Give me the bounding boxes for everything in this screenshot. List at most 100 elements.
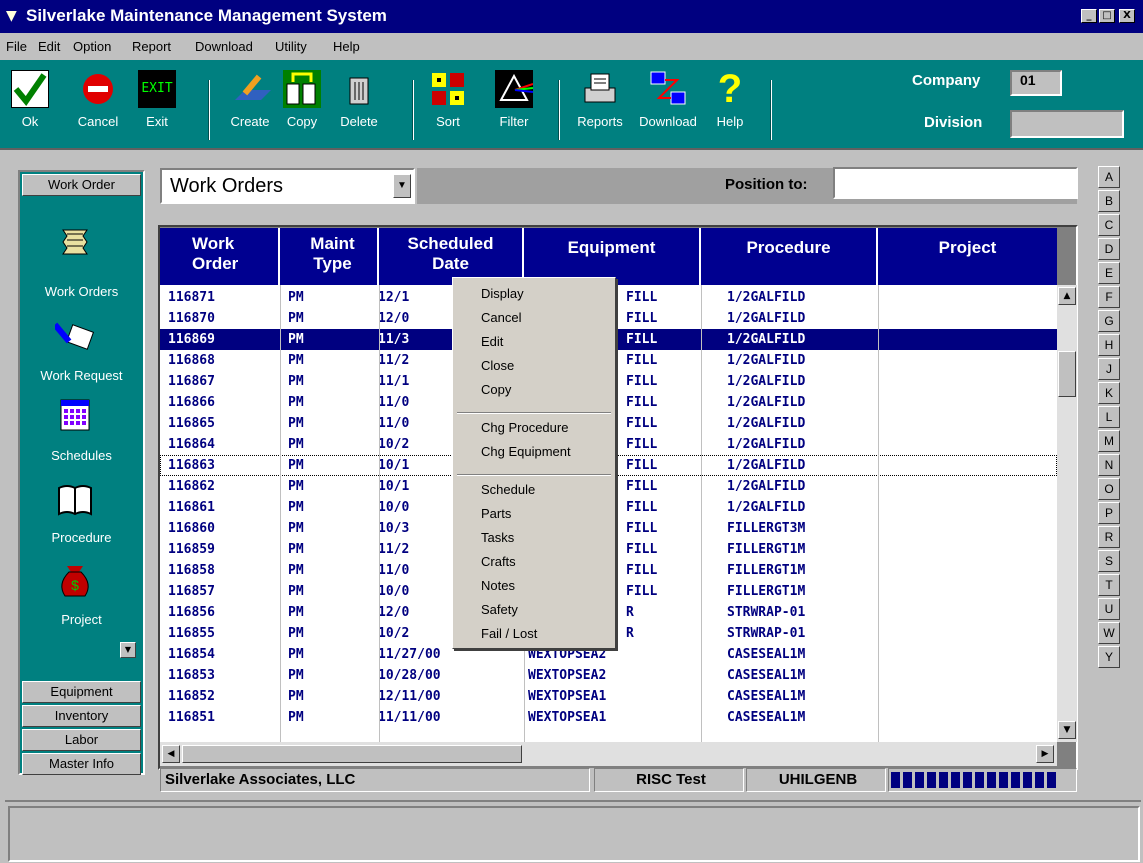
work-orders-icon[interactable] [55, 224, 95, 260]
scroll-right-icon[interactable]: ▶ [1036, 745, 1054, 763]
company-field[interactable]: 01 [1010, 70, 1062, 96]
col-maint-type[interactable]: Maint Type [280, 228, 379, 285]
alpha-index-y[interactable]: Y [1098, 646, 1120, 668]
toolbar-separator [412, 80, 414, 140]
menu-item-schedule[interactable]: Schedule [481, 482, 535, 497]
alpha-index-l[interactable]: L [1098, 406, 1120, 428]
alpha-index-g[interactable]: G [1098, 310, 1120, 332]
col-procedure[interactable]: Procedure [701, 228, 878, 285]
menu-utility[interactable]: Utility [275, 39, 307, 54]
scroll-down-icon[interactable]: ▼ [1058, 721, 1076, 739]
alpha-index-m[interactable]: M [1098, 430, 1120, 452]
table-row[interactable]: 116852 PM 12/11/00 WEXTOPSEA1 CASESEAL1M [160, 686, 1057, 707]
table-row[interactable]: 116853 PM 10/28/00 WEXTOPSEA2 CASESEAL1M [160, 665, 1057, 686]
create-button[interactable]: Create [222, 70, 278, 129]
menu-file[interactable]: File [6, 39, 27, 54]
nav-work-request[interactable]: Work Request [20, 368, 143, 383]
table-cell: 116863 [168, 458, 215, 473]
division-field[interactable] [1010, 110, 1124, 138]
alpha-index-t[interactable]: T [1098, 574, 1120, 596]
table-cell: PM [288, 437, 304, 452]
copy-button[interactable]: Copy [282, 70, 322, 129]
app-icon[interactable]: ▼ [6, 8, 20, 24]
menu-help[interactable]: Help [333, 39, 360, 54]
nav-schedules[interactable]: Schedules [20, 448, 143, 463]
alpha-index-p[interactable]: P [1098, 502, 1120, 524]
chevron-down-icon[interactable]: ▼ [393, 174, 411, 198]
menu-report[interactable]: Report [132, 39, 171, 54]
calendar-icon[interactable] [55, 398, 95, 434]
alpha-index-f[interactable]: F [1098, 286, 1120, 308]
nav-work-orders[interactable]: Work Orders [20, 284, 143, 299]
scroll-left-icon[interactable]: ◀ [162, 745, 180, 763]
cancel-button[interactable]: Cancel [72, 70, 124, 129]
download-button[interactable]: Download [630, 70, 706, 129]
exit-button[interactable]: EXIT Exit [136, 70, 178, 129]
nav-project[interactable]: Project [20, 612, 143, 627]
table-cell: WEXTOPSEA1 [528, 710, 607, 725]
help-button[interactable]: ? Help [710, 69, 750, 129]
alpha-index-r[interactable]: R [1098, 526, 1120, 548]
reports-button[interactable]: Reports [572, 70, 628, 129]
menu-item-crafts[interactable]: Crafts [481, 554, 516, 569]
filter-button[interactable]: Filter [490, 70, 538, 129]
alpha-index-w[interactable]: W [1098, 622, 1120, 644]
alpha-index-j[interactable]: J [1098, 358, 1120, 380]
menu-item-chg-procedure[interactable]: Chg Procedure [481, 420, 568, 435]
menu-item-edit[interactable]: Edit [481, 334, 503, 349]
alpha-index-b[interactable]: B [1098, 190, 1120, 212]
alpha-index-d[interactable]: D [1098, 238, 1120, 260]
work-request-icon[interactable] [52, 318, 95, 354]
menu-item-safety[interactable]: Safety [481, 602, 518, 617]
close-button[interactable]: X [1119, 9, 1135, 23]
tab-inventory[interactable]: Inventory [22, 705, 141, 727]
vertical-scrollbar[interactable]: ▲ ▼ [1057, 285, 1077, 742]
sort-button[interactable]: Sort [428, 70, 468, 129]
menu-item-tasks[interactable]: Tasks [481, 530, 514, 545]
table-cell: CASESEAL1M [727, 710, 806, 725]
alpha-index-k[interactable]: K [1098, 382, 1120, 404]
alpha-index-o[interactable]: O [1098, 478, 1120, 500]
menu-item-parts[interactable]: Parts [481, 506, 511, 521]
alpha-index-s[interactable]: S [1098, 550, 1120, 572]
table-cell: 10/1 [378, 458, 410, 473]
nav-procedure[interactable]: Procedure [20, 530, 143, 545]
alpha-index-h[interactable]: H [1098, 334, 1120, 356]
alpha-index-u[interactable]: U [1098, 598, 1120, 620]
money-bag-icon[interactable]: $ [55, 562, 95, 598]
menu-item-display[interactable]: Display [481, 286, 524, 301]
horizontal-scrollbar[interactable]: ◀ ▶ [160, 742, 1057, 766]
alpha-index-e[interactable]: E [1098, 262, 1120, 284]
menu-option[interactable]: Option [73, 39, 111, 54]
delete-button[interactable]: Delete [333, 70, 385, 129]
menu-item-chg-equipment[interactable]: Chg Equipment [481, 444, 571, 459]
ok-button[interactable]: Ok [8, 70, 52, 129]
scroll-thumb[interactable] [1058, 351, 1076, 397]
minimize-button[interactable]: _ [1081, 9, 1097, 23]
alpha-index-a[interactable]: A [1098, 166, 1120, 188]
menu-item-cancel[interactable]: Cancel [481, 310, 521, 325]
menu-edit[interactable]: Edit [38, 39, 60, 54]
tab-work-order[interactable]: Work Order [22, 174, 141, 196]
menu-item-copy[interactable]: Copy [481, 382, 511, 397]
alpha-index-n[interactable]: N [1098, 454, 1120, 476]
scroll-up-icon[interactable]: ▲ [1058, 287, 1076, 305]
table-cell: FILLERGT1M [727, 542, 806, 557]
col-project[interactable]: Project [878, 228, 1057, 285]
position-to-input[interactable] [833, 167, 1078, 199]
col-work-order[interactable]: Work Order [160, 228, 280, 285]
book-icon[interactable] [55, 482, 95, 518]
view-dropdown[interactable]: Work Orders ▼ [160, 168, 415, 204]
scroll-thumb-horizontal[interactable] [182, 745, 522, 763]
alpha-index-c[interactable]: C [1098, 214, 1120, 236]
tab-labor[interactable]: Labor [22, 729, 141, 751]
menu-item-notes[interactable]: Notes [481, 578, 515, 593]
menu-download[interactable]: Download [195, 39, 253, 54]
table-row[interactable]: 116851 PM 11/11/00 WEXTOPSEA1 CASESEAL1M [160, 707, 1057, 728]
menu-item-fail-lost[interactable]: Fail / Lost [481, 626, 537, 641]
tab-equipment[interactable]: Equipment [22, 681, 141, 703]
menu-item-close[interactable]: Close [481, 358, 514, 373]
maximize-button[interactable]: □ [1099, 9, 1115, 23]
nav-scroll-down-button[interactable]: ▼ [120, 642, 136, 658]
tab-master-info[interactable]: Master Info [22, 753, 141, 775]
